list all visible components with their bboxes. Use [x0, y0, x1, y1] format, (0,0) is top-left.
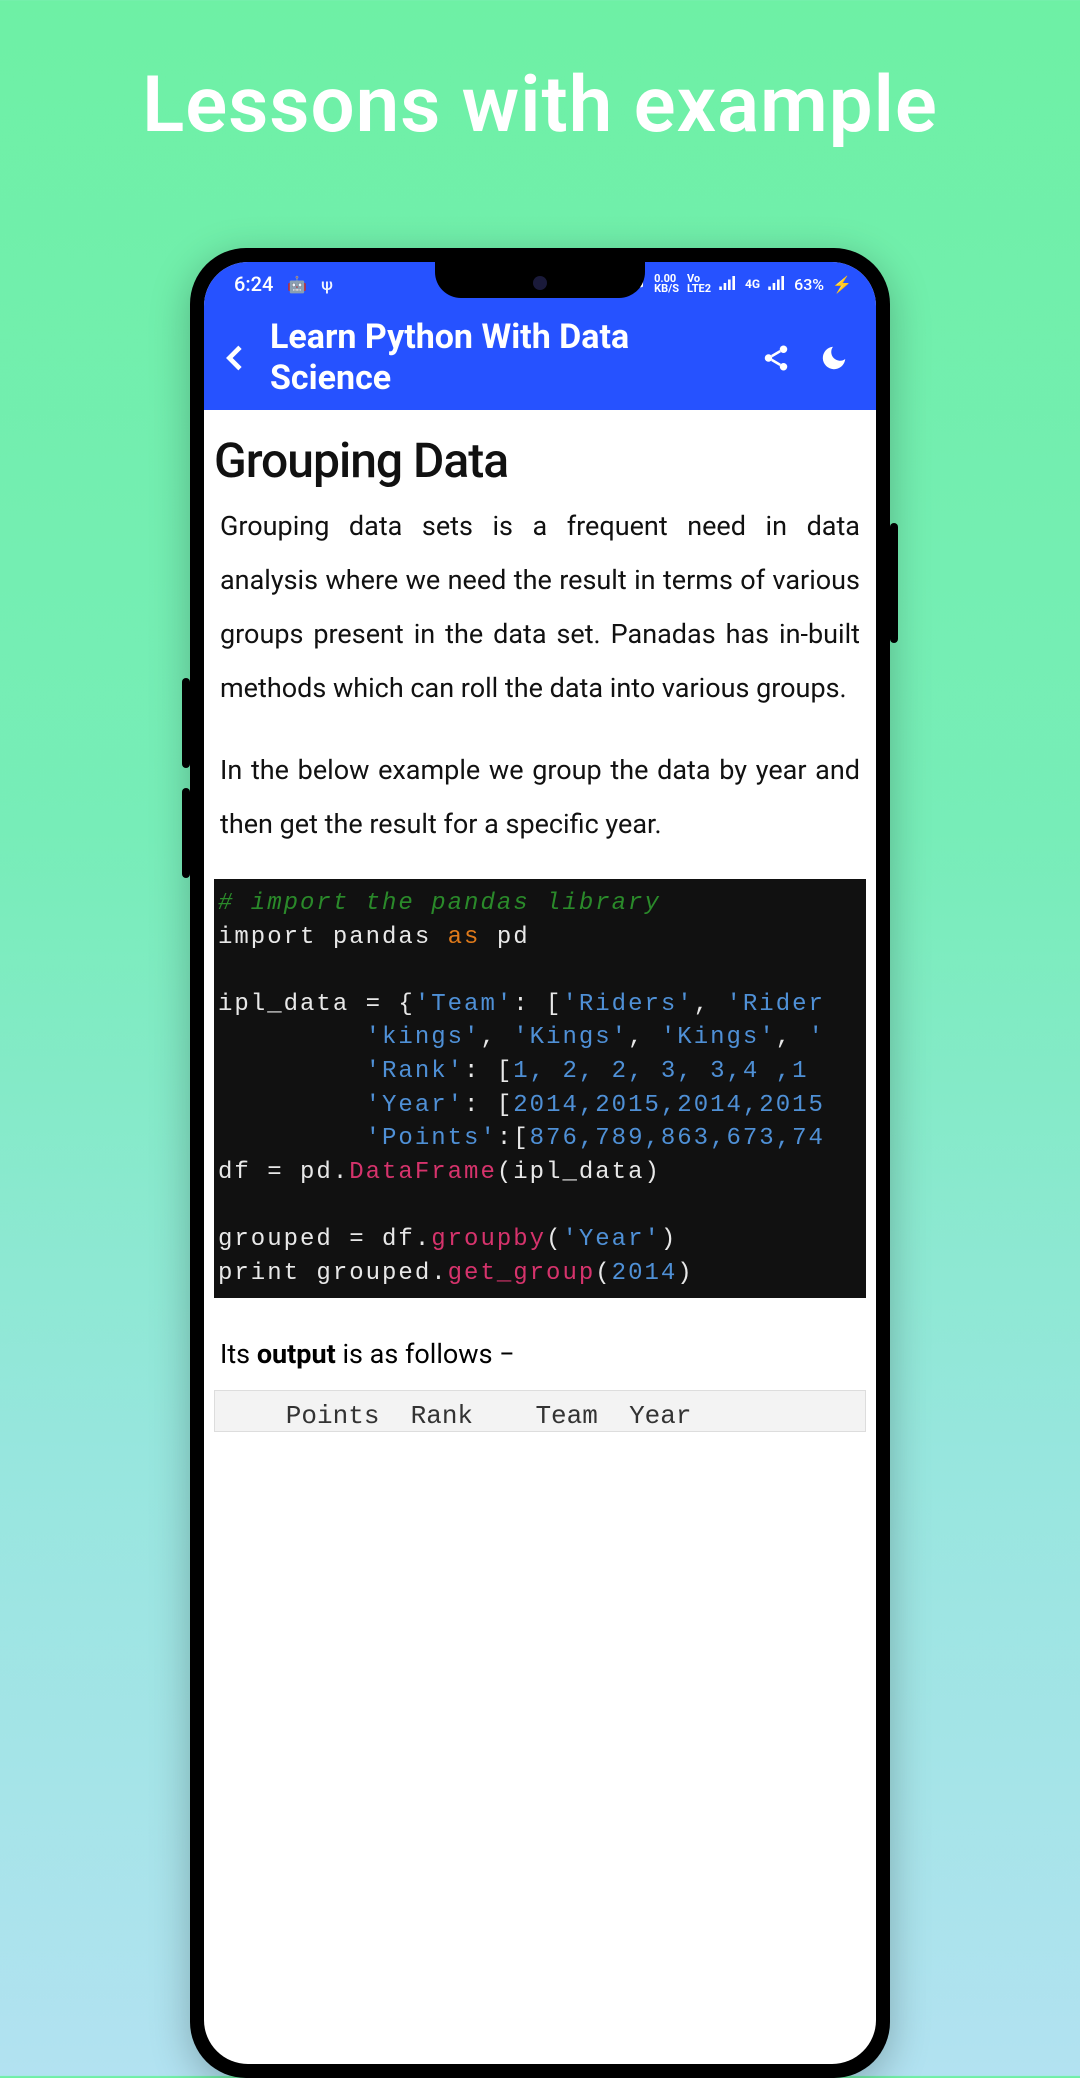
output-intro: Its output is as follows −	[214, 1338, 866, 1390]
android-icon: 🤖	[287, 275, 307, 294]
signal-icon	[719, 275, 737, 294]
back-button[interactable]	[212, 334, 260, 382]
phone-notch	[435, 262, 645, 298]
lesson-content[interactable]: Grouping Data Grouping data sets is a fr…	[204, 410, 876, 2064]
status-4g: 4G	[745, 277, 760, 291]
app-bar: Learn Python With Data Science	[204, 306, 876, 410]
share-icon	[761, 343, 791, 373]
app-title: Learn Python With Data Science	[270, 317, 742, 399]
power-button	[890, 523, 898, 643]
volume-up-button	[182, 678, 190, 768]
status-speed: 0.00 KB/S	[654, 274, 679, 294]
usb-icon: ψ	[321, 275, 333, 294]
moon-icon	[819, 343, 849, 373]
page-title: Grouping Data	[214, 428, 866, 499]
lesson-paragraph-1: Grouping data sets is a frequent need in…	[214, 499, 866, 715]
dark-mode-button[interactable]	[810, 334, 858, 382]
phone-frame: 6:24 🤖 ψ 0.00 KB/S Vo LTE2	[190, 248, 890, 2078]
signal2-icon	[768, 275, 786, 294]
status-battery: 63%	[794, 275, 824, 294]
status-net: Vo LTE2	[687, 274, 711, 294]
lesson-paragraph-2: In the below example we group the data b…	[214, 743, 866, 851]
share-button[interactable]	[752, 334, 800, 382]
chevron-left-icon	[220, 342, 252, 374]
output-table: Points Rank Team Year	[214, 1390, 866, 1432]
code-block: # import the pandas library import panda…	[214, 879, 866, 1298]
phone-screen: 6:24 🤖 ψ 0.00 KB/S Vo LTE2	[204, 262, 876, 2064]
hero-title: Lessons with example	[0, 0, 1080, 151]
charging-icon: ⚡	[832, 275, 852, 294]
status-time: 6:24	[234, 272, 273, 296]
volume-down-button	[182, 788, 190, 878]
